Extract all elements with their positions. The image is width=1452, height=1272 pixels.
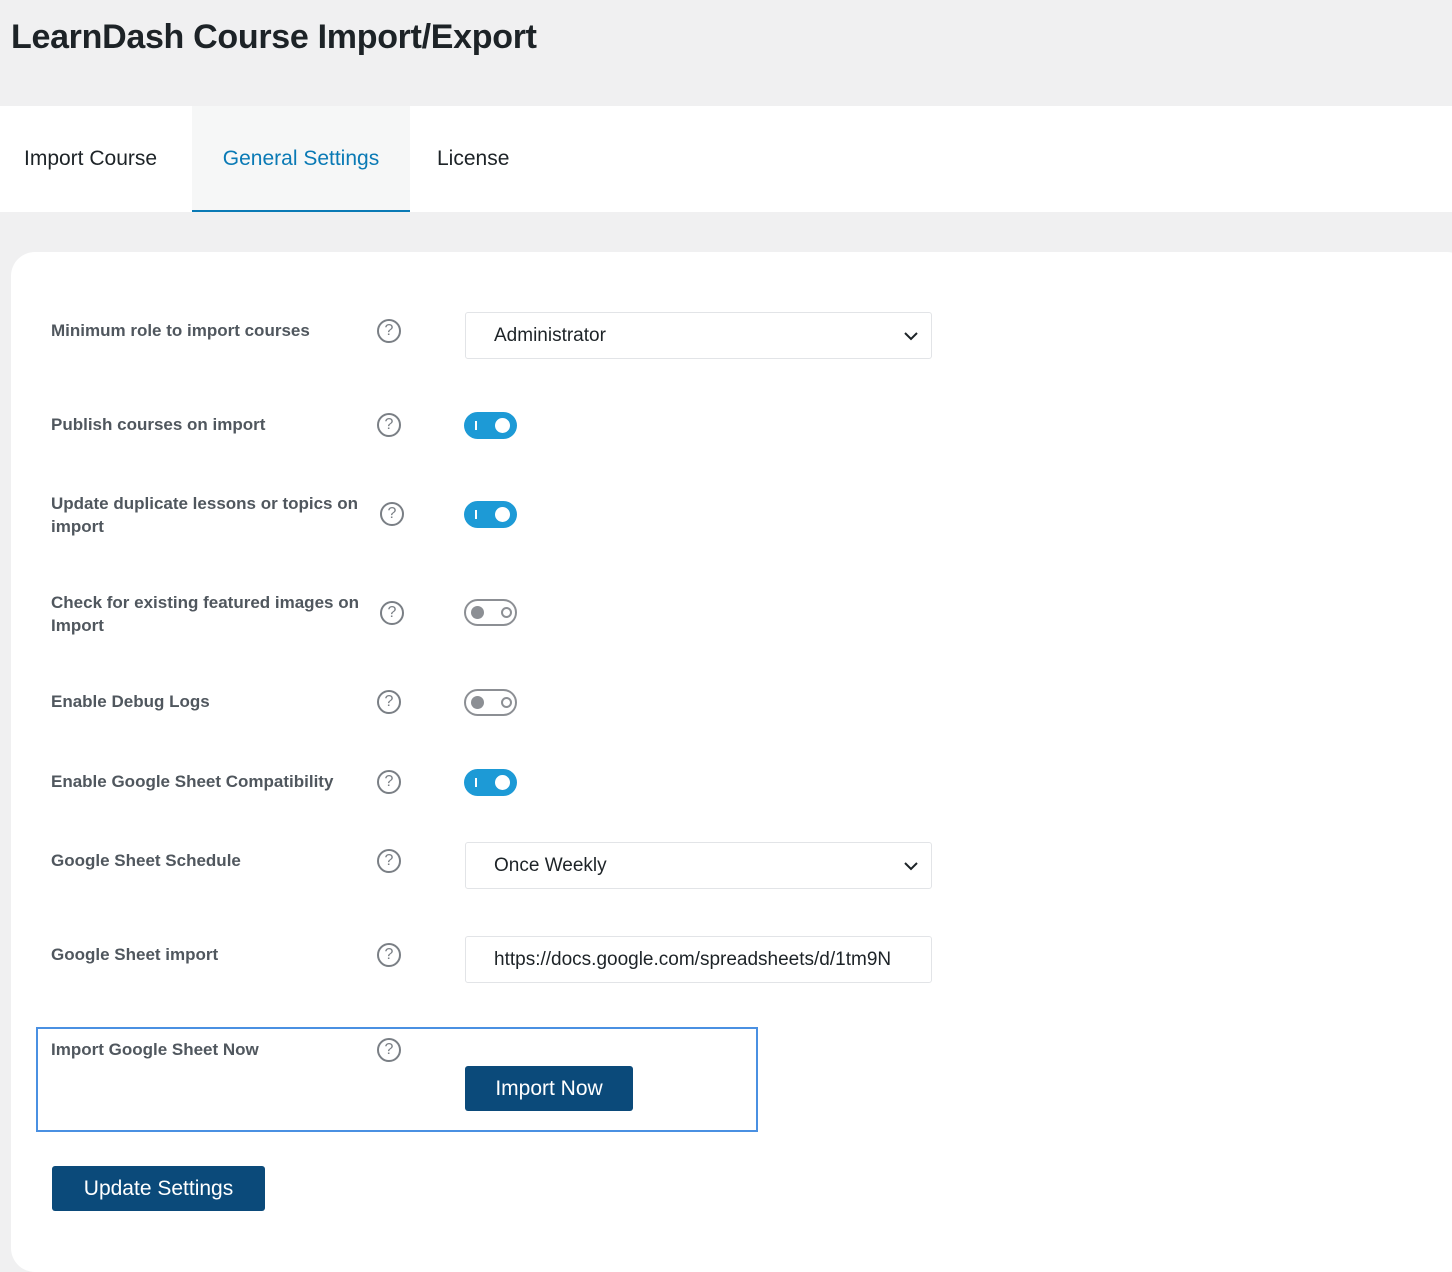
check-images-toggle[interactable]	[464, 599, 517, 626]
help-icon[interactable]: ?	[377, 943, 401, 967]
gsheet-schedule-select[interactable]: Once Weekly	[465, 842, 932, 889]
help-icon[interactable]: ?	[377, 413, 401, 437]
setting-label: Google Sheet Schedule	[51, 851, 241, 870]
chevron-down-icon	[904, 862, 918, 871]
help-icon[interactable]: ?	[377, 690, 401, 714]
tab-general-settings[interactable]: General Settings	[192, 106, 410, 212]
gsheet-schedule-select-value: Once Weekly	[494, 855, 607, 876]
tab-license[interactable]: License	[437, 106, 509, 212]
help-icon[interactable]: ?	[380, 601, 404, 625]
setting-label: Enable Google Sheet Compatibility	[51, 772, 334, 791]
min-role-select-value: Administrator	[494, 325, 606, 346]
setting-label: Publish courses on import	[51, 415, 266, 434]
help-icon[interactable]: ?	[380, 502, 404, 526]
help-icon[interactable]: ?	[377, 849, 401, 873]
debug-logs-toggle[interactable]	[464, 689, 517, 716]
page-title: LearnDash Course Import/Export	[11, 18, 537, 56]
tab-import-course[interactable]: Import Course	[24, 106, 157, 212]
help-icon[interactable]: ?	[377, 319, 401, 343]
settings-panel: Minimum role to import courses ? Adminis…	[11, 252, 1452, 1272]
setting-label: Import Google Sheet Now	[51, 1040, 259, 1059]
gsheet-compat-toggle[interactable]	[464, 769, 517, 796]
min-role-select[interactable]: Administrator	[465, 312, 932, 359]
setting-label: Check for existing featured images on Im…	[51, 593, 359, 635]
gsheet-url-input[interactable]: https://docs.google.com/spreadsheets/d/1…	[465, 936, 932, 983]
setting-label: Enable Debug Logs	[51, 692, 210, 711]
help-icon[interactable]: ?	[377, 770, 401, 794]
setting-label: Google Sheet import	[51, 945, 219, 964]
setting-label: Update duplicate lessons or topics on im…	[51, 494, 358, 536]
update-settings-button[interactable]: Update Settings	[52, 1166, 265, 1211]
publish-toggle[interactable]	[464, 412, 517, 439]
import-now-button[interactable]: Import Now	[465, 1066, 633, 1111]
chevron-down-icon	[904, 332, 918, 341]
help-icon[interactable]: ?	[377, 1038, 401, 1062]
setting-label: Minimum role to import courses	[51, 321, 310, 340]
update-duplicates-toggle[interactable]	[464, 501, 517, 528]
settings-tabs: Import Course General Settings License	[0, 106, 1452, 212]
